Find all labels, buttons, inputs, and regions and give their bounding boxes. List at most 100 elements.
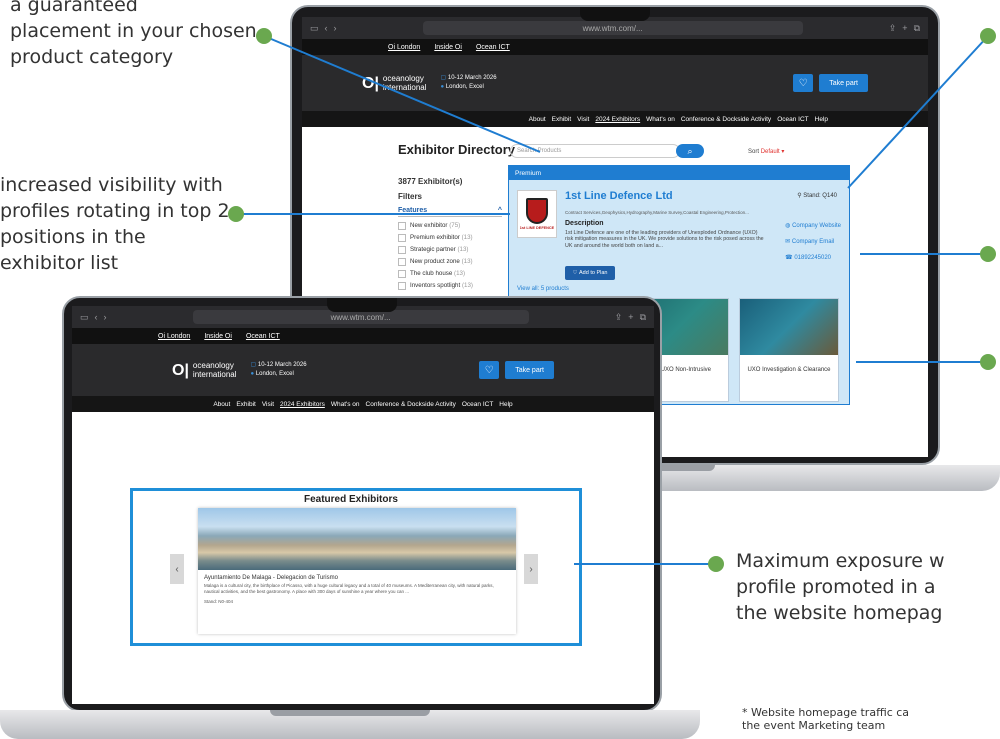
nav-conference[interactable]: Conference & Dockside Activity: [366, 401, 456, 408]
toplink-inside-oi[interactable]: Inside Oi: [204, 333, 232, 340]
add-to-plan-button[interactable]: ♡ Add to Plan: [565, 266, 615, 280]
annotation-dot: [980, 354, 996, 370]
nav-whats-on[interactable]: What's on: [646, 116, 675, 123]
annotation-dot: [980, 28, 996, 44]
toplink-ocean-ict[interactable]: Ocean ICT: [476, 44, 510, 51]
footnote-line: the event Marketing team: [742, 719, 886, 732]
nav-help[interactable]: Help: [499, 401, 512, 408]
nav-visit[interactable]: Visit: [577, 116, 589, 123]
phone-number: 01892245020: [794, 255, 832, 261]
take-part-button[interactable]: Take part: [819, 74, 868, 92]
features-accordion[interactable]: Features ^: [398, 207, 502, 217]
header-actions: ♡ Take part: [793, 74, 868, 92]
forward-icon[interactable]: ›: [334, 23, 337, 33]
featured-exhibitor-card[interactable]: Ayuntamiento De Malaga - Delegacion de T…: [198, 508, 516, 634]
filter-count: (13): [457, 246, 469, 253]
address-bar[interactable]: www.wtm.com/...: [422, 21, 803, 35]
page-title: Exhibitor Directory: [398, 142, 516, 157]
sort-control[interactable]: Sort Default ▾: [748, 148, 784, 155]
nav-about[interactable]: About: [213, 401, 230, 408]
share-icon[interactable]: ⇪: [615, 312, 623, 323]
back-icon[interactable]: ‹: [325, 23, 328, 33]
premium-badge: Premium: [509, 166, 849, 180]
filter-option[interactable]: New exhibitor (75): [398, 222, 502, 230]
filter-option[interactable]: New product zone (13): [398, 258, 502, 266]
nav-exhibit[interactable]: Exhibit: [236, 401, 256, 408]
nav-visit[interactable]: Visit: [262, 401, 274, 408]
nav-ocean-ict[interactable]: Ocean ICT: [777, 116, 808, 123]
main-nav: About Exhibit Visit 2024 Exhibitors What…: [72, 396, 654, 412]
top-links: Oi London Inside Oi Ocean ICT: [72, 328, 654, 344]
url-text: www.wtm.com/...: [330, 312, 391, 322]
address-bar[interactable]: www.wtm.com/...: [192, 310, 529, 324]
nav-exhibit[interactable]: Exhibit: [552, 116, 572, 123]
product-card[interactable]: UXO Investigation & Clearance: [739, 298, 839, 402]
tabs-icon[interactable]: ⧉: [914, 23, 920, 34]
filter-option[interactable]: Strategic partner (13): [398, 246, 502, 254]
toplink-ocean-ict[interactable]: Ocean ICT: [246, 333, 280, 340]
back-icon[interactable]: ‹: [95, 312, 98, 322]
carousel-next-icon[interactable]: ›: [524, 554, 538, 584]
nav-2024-exhibitors[interactable]: 2024 Exhibitors: [595, 116, 640, 123]
footnote-line: * Website homepage traffic ca: [742, 706, 910, 719]
filter-option[interactable]: The club house (13): [398, 270, 502, 278]
annotation-dot: [228, 206, 244, 222]
site-logo[interactable]: O| oceanology international: [172, 361, 237, 379]
new-tab-icon[interactable]: +: [628, 312, 633, 322]
nav-help[interactable]: Help: [815, 116, 828, 123]
nav-about[interactable]: About: [529, 116, 546, 123]
mail-icon: ✉: [785, 239, 791, 245]
event-date: 10-12 March 2026: [257, 362, 307, 368]
share-icon[interactable]: ⇪: [889, 23, 897, 34]
take-part-button[interactable]: Take part: [505, 361, 554, 379]
toplink-oi-london[interactable]: Oi London: [388, 44, 420, 51]
toplink-inside-oi[interactable]: Inside Oi: [434, 44, 462, 51]
filter-label: Premium exhibitor: [410, 234, 460, 241]
filter-option[interactable]: Inventors spotlight (13): [398, 282, 502, 290]
featured-title: Featured Exhibitors: [304, 494, 398, 505]
tabs-icon[interactable]: ⧉: [640, 312, 646, 323]
annotation-line: a guaranteed: [10, 0, 138, 16]
featured-image: [198, 508, 516, 570]
favourites-heart-icon[interactable]: ♡: [479, 361, 500, 379]
sidebar-toggle-icon[interactable]: ▭: [80, 312, 89, 323]
filters-heading: Filters: [398, 192, 423, 201]
logo-text-top: oceanology: [382, 74, 424, 83]
filter-label: New exhibitor: [410, 222, 448, 229]
features-label: Features: [398, 207, 428, 214]
logo-caption: 1st LINE DEFENCE: [519, 226, 555, 230]
event-date: 10-12 March 2026: [447, 75, 497, 81]
exhibitor-name[interactable]: 1st Line Defence Ltd: [565, 190, 673, 202]
nav-2024-exhibitors[interactable]: 2024 Exhibitors: [280, 401, 325, 408]
nav-whats-on[interactable]: What's on: [331, 401, 360, 408]
website-link[interactable]: ◍ Company Website: [785, 218, 841, 234]
forward-icon[interactable]: ›: [104, 312, 107, 322]
product-title: UXO Investigation & Clearance: [747, 367, 831, 373]
top-links: Oi London Inside Oi Ocean ICT: [302, 39, 928, 55]
favourites-heart-icon[interactable]: ♡: [793, 74, 814, 92]
site-logo[interactable]: O| oceanology international: [362, 74, 427, 92]
nav-ocean-ict[interactable]: Ocean ICT: [462, 401, 493, 408]
phone-link[interactable]: ☎ 01892245020: [785, 250, 841, 266]
sidebar-toggle-icon[interactable]: ▭: [310, 23, 319, 34]
shield-icon: [526, 198, 548, 224]
logo-text-top: oceanology: [192, 361, 234, 370]
location-icon: ●: [250, 371, 255, 377]
carousel-prev-icon[interactable]: ‹: [170, 554, 184, 584]
url-text: www.wtm.com/...: [582, 23, 643, 33]
search-input[interactable]: Search Products: [510, 144, 680, 158]
toplink-oi-london[interactable]: Oi London: [158, 333, 190, 340]
map-pin-icon: ⚲: [797, 193, 802, 199]
filter-label: The club house: [410, 270, 453, 277]
email-link[interactable]: ✉ Company Email: [785, 234, 841, 250]
featured-name: Ayuntamiento De Malaga - Delegacion de T…: [204, 575, 338, 581]
filter-option[interactable]: Premium exhibitor (13): [398, 234, 502, 242]
email-label: Company Email: [791, 239, 835, 245]
logo-text-bottom: international: [382, 83, 427, 92]
search-icon[interactable]: ⌕: [676, 144, 704, 158]
new-tab-icon[interactable]: +: [902, 23, 907, 33]
view-all-products-link[interactable]: View all: 5 products: [517, 286, 569, 292]
nav-conference[interactable]: Conference & Dockside Activity: [681, 116, 771, 123]
site-header: O| oceanology international ▢ 10-12 Marc…: [302, 55, 928, 111]
annotation-line: profiles rotating in top 2: [0, 200, 230, 222]
